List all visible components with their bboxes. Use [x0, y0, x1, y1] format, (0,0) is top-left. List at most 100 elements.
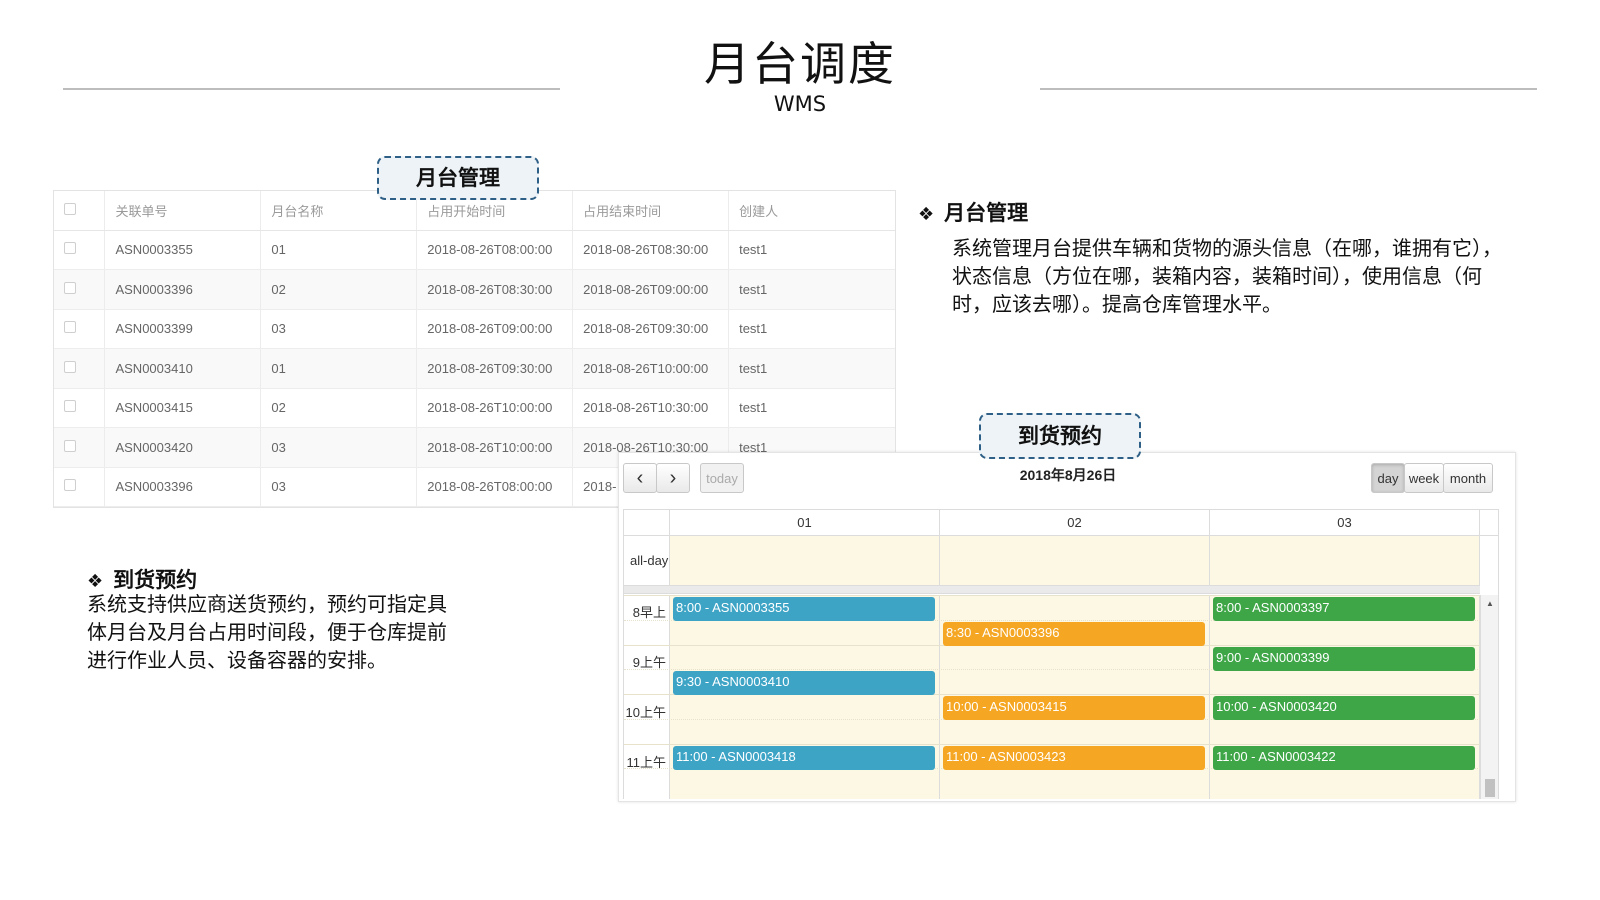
diamond-bullet-icon: ❖: [87, 571, 104, 592]
calendar-event[interactable]: 11:00 - ASN0003418: [673, 745, 935, 770]
table-cell: 03: [260, 467, 418, 507]
table-cell: ASN0003410: [104, 348, 262, 389]
scroll-up-icon[interactable]: ▲: [1486, 599, 1494, 608]
calendar-event[interactable]: 11:00 - ASN0003422: [1213, 745, 1475, 770]
table-cell: test1: [728, 269, 895, 310]
calendar-event[interactable]: 10:00 - ASN0003420: [1213, 696, 1475, 720]
table-cell: test1: [728, 388, 895, 428]
scroll-thumb[interactable]: [1485, 779, 1495, 797]
select-all-checkbox[interactable]: [64, 202, 76, 215]
row-checkbox[interactable]: [64, 479, 76, 492]
booking-description-line: 进行作业人员、设备容器的安排。: [87, 648, 387, 672]
dock-section-heading-text: 月台管理: [944, 201, 1029, 225]
table-cell: 01: [260, 230, 418, 270]
table-cell: 2018-08-26T08:30:00: [416, 269, 574, 310]
table-row[interactable]: ASN0003415 02 2018-08-26T10:00:00 2018-08-2…: [54, 388, 895, 428]
column-header[interactable]: 创建人: [728, 191, 895, 231]
table-cell: 2018-08-26T09:00:00: [572, 269, 730, 310]
diamond-bullet-icon: ❖: [918, 204, 935, 225]
column-header[interactable]: 关联单号: [104, 191, 262, 231]
calendar-event[interactable]: 8:00 - ASN0003397: [1213, 597, 1475, 621]
table-cell: 2018-08-26T09:30:00: [572, 309, 730, 349]
table-cell: 2018-08-26T10:30:00: [572, 388, 730, 428]
table-cell: ASN0003396: [104, 269, 262, 310]
gridline: [624, 595, 1480, 596]
row-checkbox[interactable]: [64, 321, 76, 334]
axis-header: [624, 510, 670, 536]
row-select-cell[interactable]: [54, 230, 106, 270]
calendar-grid: 01 02 03 all-day 8早上 9上午 10上午 11上午 8:00 …: [623, 509, 1499, 799]
row-select-cell[interactable]: [54, 309, 106, 349]
month-view-button[interactable]: month: [1443, 463, 1493, 493]
dock-column-header: 01: [670, 510, 940, 536]
header-divider-right: [1040, 88, 1537, 90]
table-cell: 2018-08-26T08:30:00: [572, 230, 730, 270]
table-cell: 03: [260, 309, 418, 349]
dock-column-header: 03: [1210, 510, 1480, 536]
table-cell: 2018-08-26T10:00:00: [572, 348, 730, 389]
all-day-label: all-day: [624, 536, 670, 586]
dock-section-heading: ❖ 月台管理: [918, 197, 1028, 227]
row-select-cell[interactable]: [54, 467, 106, 507]
calendar-scrollbar[interactable]: ▲: [1480, 595, 1498, 799]
table-cell: test1: [728, 309, 895, 349]
table-cell: 02: [260, 269, 418, 310]
page-subtitle: WMS: [773, 92, 827, 116]
row-checkbox[interactable]: [64, 360, 76, 373]
table-cell: 2018-08-26T09:30:00: [416, 348, 574, 389]
table-row[interactable]: ASN0003410 01 2018-08-26T09:30:00 2018-08-2…: [54, 348, 895, 389]
dock-management-callout: 月台管理: [377, 156, 539, 200]
table-cell: ASN0003420: [104, 427, 262, 468]
all-day-slot[interactable]: [940, 536, 1210, 586]
table-cell: test1: [728, 230, 895, 270]
calendar-event[interactable]: 8:00 - ASN0003355: [673, 597, 935, 621]
page-title: 月台调度: [704, 37, 896, 91]
table-cell: 2018-08-26T08:00:00: [416, 230, 574, 270]
table-cell: ASN0003396: [104, 467, 262, 507]
select-all-header[interactable]: [54, 191, 106, 231]
calendar-event[interactable]: 11:00 - ASN0003423: [943, 745, 1205, 770]
arrival-booking-callout: 到货预约: [979, 413, 1141, 459]
table-row[interactable]: ASN0003399 03 2018-08-26T09:00:00 2018-08-2…: [54, 309, 895, 349]
table-cell: ASN0003355: [104, 230, 262, 270]
dock-column-header: 02: [940, 510, 1210, 536]
calendar-event[interactable]: 8:30 - ASN0003396: [943, 621, 1205, 646]
row-select-cell[interactable]: [54, 427, 106, 468]
all-day-slot[interactable]: [1210, 536, 1480, 586]
calendar-event[interactable]: 9:30 - ASN0003410: [673, 671, 935, 696]
table-cell: test1: [728, 348, 895, 389]
row-checkbox[interactable]: [64, 400, 76, 413]
all-day-slot[interactable]: [670, 536, 940, 586]
row-select-cell[interactable]: [54, 388, 106, 428]
table-cell: 01: [260, 348, 418, 389]
calendar-event[interactable]: 9:00 - ASN0003399: [1213, 646, 1475, 671]
row-checkbox[interactable]: [64, 439, 76, 452]
dock-description-line: 时，应该去哪）。提高仓库管理水平。: [952, 292, 1282, 316]
week-view-button[interactable]: week: [1404, 463, 1444, 493]
booking-description-line: 系统支持供应商送货预约，预约可指定具: [87, 592, 447, 616]
row-select-cell[interactable]: [54, 348, 106, 389]
calendar-event[interactable]: 10:00 - ASN0003415: [943, 696, 1205, 720]
table-cell: 2018-08-26T09:00:00: [416, 309, 574, 349]
dock-section-description: 系统管理月台提供车辆和货物的源头信息（在哪，谁拥有它）， 状态信息（方位在哪，装…: [952, 234, 1582, 318]
table-cell: ASN0003415: [104, 388, 262, 428]
row-checkbox[interactable]: [64, 242, 76, 255]
booking-description-line: 体月台及月台占用时间段，便于仓库提前: [87, 620, 447, 644]
table-cell: 2018-08-26T08:00:00: [416, 467, 574, 507]
day-view-button[interactable]: day: [1371, 463, 1405, 493]
booking-section-description: 系统支持供应商送货预约，预约可指定具 体月台及月台占用时间段，便于仓库提前 进行…: [87, 590, 507, 674]
booking-section-heading-text: 到货预约: [113, 568, 198, 592]
all-day-divider: [624, 586, 1480, 594]
table-row[interactable]: ASN0003396 02 2018-08-26T08:30:00 2018-08-2…: [54, 269, 895, 310]
column-header[interactable]: 占用结束时间: [572, 191, 730, 231]
row-select-cell[interactable]: [54, 269, 106, 310]
table-row[interactable]: ASN0003355 01 2018-08-26T08:00:00 2018-08-2…: [54, 230, 895, 270]
dock-description-line: 状态信息（方位在哪，装箱内容，装箱时间），使用信息（何: [952, 264, 1482, 288]
row-checkbox[interactable]: [64, 281, 76, 294]
scroll-header: [1480, 510, 1498, 536]
dock-description-line: 系统管理月台提供车辆和货物的源头信息（在哪，谁拥有它），: [952, 236, 1502, 260]
table-cell: 03: [260, 427, 418, 468]
gridline: [624, 743, 1480, 745]
table-cell: 2018-08-26T10:00:00: [416, 388, 574, 428]
header-divider-left: [63, 88, 560, 90]
